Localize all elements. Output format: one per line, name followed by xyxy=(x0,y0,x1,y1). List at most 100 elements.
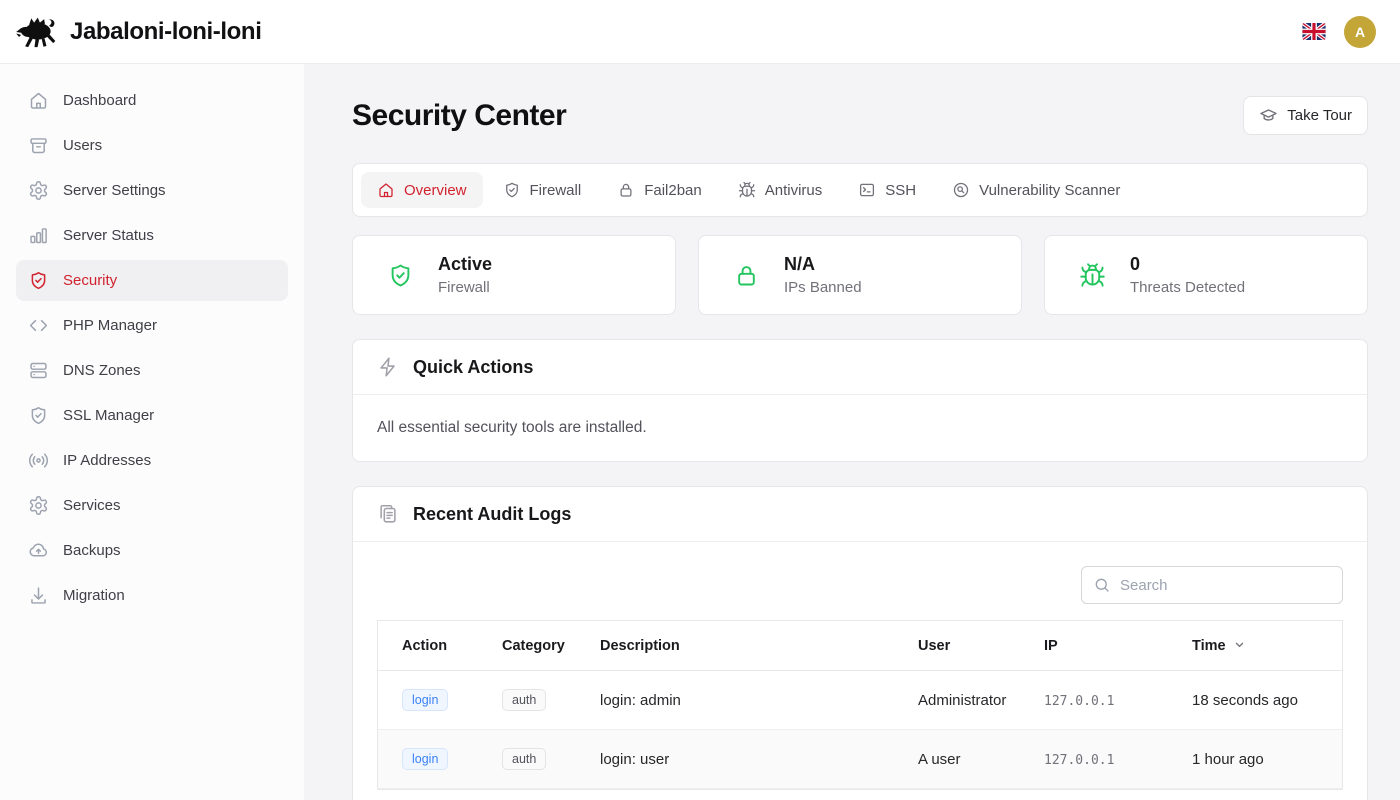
shield-check-icon xyxy=(28,270,49,291)
uk-flag-icon[interactable] xyxy=(1302,23,1326,41)
tab-fail2ban[interactable]: Fail2ban xyxy=(601,172,718,208)
shield-check-icon xyxy=(503,181,521,199)
gear-icon xyxy=(28,495,49,516)
sidebar-item-php-manager[interactable]: PHP Manager xyxy=(16,305,288,346)
archive-box-icon xyxy=(28,135,49,156)
sidebar-item-users[interactable]: Users xyxy=(16,125,288,166)
column-header-action: Action xyxy=(378,621,490,671)
quick-actions-card: Quick Actions All essential security too… xyxy=(352,339,1368,462)
category-badge: auth xyxy=(502,689,546,711)
column-header-description: Description xyxy=(588,621,906,671)
cloud-upload-icon xyxy=(28,540,49,561)
status-cards: Active Firewall N/A IPs Banned 0 Threats… xyxy=(352,235,1368,315)
audit-table: Action Category Description User IP Time… xyxy=(377,620,1343,790)
shield-check-icon xyxy=(387,262,414,289)
sidebar-item-label: PHP Manager xyxy=(63,317,157,334)
sidebar-item-label: Migration xyxy=(63,587,125,604)
boar-logo-icon xyxy=(14,14,60,50)
sidebar: Dashboard Users Server Settings Server S… xyxy=(0,64,304,800)
sidebar-item-label: Server Settings xyxy=(63,182,166,199)
sidebar-item-ssl-manager[interactable]: SSL Manager xyxy=(16,395,288,436)
code-icon xyxy=(28,315,49,336)
sidebar-item-label: Security xyxy=(63,272,117,289)
tab-label: SSH xyxy=(885,182,916,199)
time-cell: 1 hour ago xyxy=(1180,730,1342,789)
sidebar-item-dashboard[interactable]: Dashboard xyxy=(16,80,288,121)
ip-cell: 127.0.0.1 xyxy=(1044,753,1114,768)
table-row: login auth login: admin Administrator 12… xyxy=(378,671,1342,730)
lightning-bolt-icon xyxy=(377,356,399,378)
stat-value: Active xyxy=(438,254,492,275)
user-cell: Administrator xyxy=(906,671,1032,730)
sidebar-item-label: Backups xyxy=(63,542,121,559)
sidebar-item-label: Services xyxy=(63,497,121,514)
column-header-category: Category xyxy=(490,621,588,671)
description-cell: login: admin xyxy=(588,671,906,730)
clipboard-icon xyxy=(377,503,399,525)
tab-vulnerability-scanner[interactable]: Vulnerability Scanner xyxy=(936,172,1136,208)
audit-logs-title: Recent Audit Logs xyxy=(413,504,571,525)
action-badge: login xyxy=(402,689,448,711)
app-header: Jabaloni-loni-loni A xyxy=(0,0,1400,64)
sidebar-item-server-settings[interactable]: Server Settings xyxy=(16,170,288,211)
avatar[interactable]: A xyxy=(1344,16,1376,48)
stat-value: 0 xyxy=(1130,254,1245,275)
sidebar-item-label: Dashboard xyxy=(63,92,136,109)
sidebar-item-label: DNS Zones xyxy=(63,362,141,379)
sidebar-item-migration[interactable]: Migration xyxy=(16,575,288,616)
radio-waves-icon xyxy=(28,450,49,471)
shield-check-icon xyxy=(28,405,49,426)
stat-label: IPs Banned xyxy=(784,279,862,296)
stat-label: Firewall xyxy=(438,279,492,296)
time-cell: 18 seconds ago xyxy=(1180,671,1342,730)
sidebar-item-security[interactable]: Security xyxy=(16,260,288,301)
stat-label: Threats Detected xyxy=(1130,279,1245,296)
terminal-icon xyxy=(858,181,876,199)
lock-icon xyxy=(733,262,760,289)
tab-antivirus[interactable]: Antivirus xyxy=(722,172,839,208)
user-cell: A user xyxy=(906,730,1032,789)
ip-cell: 127.0.0.1 xyxy=(1044,694,1114,709)
sidebar-item-dns-zones[interactable]: DNS Zones xyxy=(16,350,288,391)
column-header-user: User xyxy=(906,621,1032,671)
quick-actions-title: Quick Actions xyxy=(413,357,533,378)
sidebar-item-ip-addresses[interactable]: IP Addresses xyxy=(16,440,288,481)
brand[interactable]: Jabaloni-loni-loni xyxy=(14,14,261,50)
take-tour-button[interactable]: Take Tour xyxy=(1243,96,1368,135)
sidebar-item-services[interactable]: Services xyxy=(16,485,288,526)
tab-overview[interactable]: Overview xyxy=(361,172,483,208)
bug-icon xyxy=(738,181,756,199)
brand-title: Jabaloni-loni-loni xyxy=(70,18,261,46)
home-icon xyxy=(377,181,395,199)
stat-card-threats-detected: 0 Threats Detected xyxy=(1044,235,1368,315)
tab-label: Firewall xyxy=(530,182,582,199)
tab-label: Antivirus xyxy=(765,182,823,199)
server-stack-icon xyxy=(28,360,49,381)
search-input[interactable] xyxy=(1081,566,1343,604)
chevron-down-icon xyxy=(1232,637,1247,652)
tab-ssh[interactable]: SSH xyxy=(842,172,932,208)
search-icon xyxy=(1093,576,1111,594)
column-header-time[interactable]: Time xyxy=(1180,621,1342,671)
tab-firewall[interactable]: Firewall xyxy=(487,172,598,208)
graduation-cap-icon xyxy=(1259,106,1278,125)
sidebar-item-backups[interactable]: Backups xyxy=(16,530,288,571)
tab-label: Overview xyxy=(404,182,467,199)
stat-card-firewall: Active Firewall xyxy=(352,235,676,315)
stat-value: N/A xyxy=(784,254,862,275)
quick-actions-message: All essential security tools are install… xyxy=(353,395,1367,461)
sidebar-item-label: IP Addresses xyxy=(63,452,151,469)
tab-label: Vulnerability Scanner xyxy=(979,182,1120,199)
sidebar-item-label: Server Status xyxy=(63,227,154,244)
home-icon xyxy=(28,90,49,111)
column-header-ip: IP xyxy=(1032,621,1180,671)
tab-label: Fail2ban xyxy=(644,182,702,199)
download-icon xyxy=(28,585,49,606)
sidebar-item-label: SSL Manager xyxy=(63,407,154,424)
sidebar-item-server-status[interactable]: Server Status xyxy=(16,215,288,256)
page-title: Security Center xyxy=(352,99,566,133)
audit-logs-card: Recent Audit Logs Action xyxy=(352,486,1368,800)
main-content: Security Center Take Tour Overview Firew… xyxy=(304,64,1400,800)
table-row: login auth login: user A user 127.0.0.1 … xyxy=(378,730,1342,789)
description-cell: login: user xyxy=(588,730,906,789)
